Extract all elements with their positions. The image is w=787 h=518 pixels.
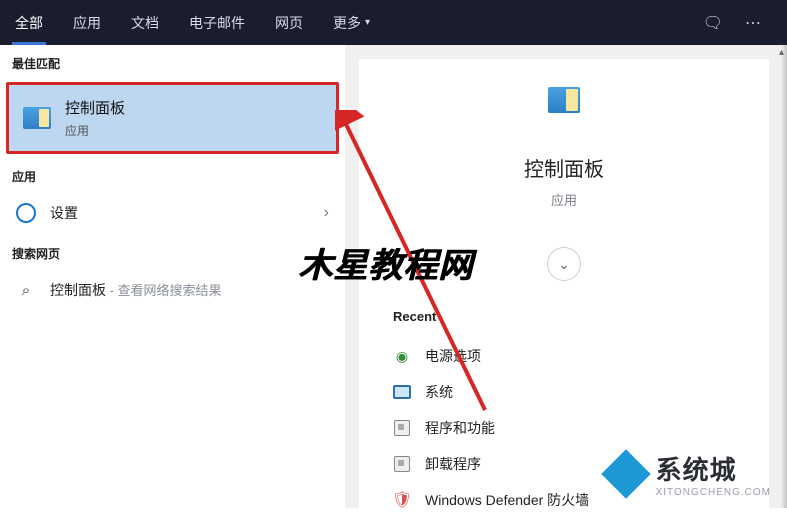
gear-icon bbox=[16, 203, 36, 223]
best-match-subtitle: 应用 bbox=[65, 122, 125, 139]
brand-watermark: 系统城 XITONGCHENG.COM bbox=[606, 450, 771, 498]
web-search-item[interactable]: ⌕ 控制面板 - 查看网络搜索结果 bbox=[0, 268, 345, 312]
preview-subtitle: 应用 bbox=[551, 190, 577, 209]
preview-title: 控制面板 bbox=[524, 153, 604, 182]
tab-web-label: 网页 bbox=[275, 13, 303, 33]
uninstall-icon bbox=[393, 455, 411, 473]
control-panel-icon bbox=[23, 107, 51, 129]
tab-email-label: 电子邮件 bbox=[189, 13, 245, 33]
system-icon bbox=[393, 383, 411, 401]
recent-item-label: 程序和功能 bbox=[425, 418, 495, 438]
feedback-icon[interactable]: 🗨 bbox=[703, 13, 723, 33]
app-item-settings[interactable]: 设置 › bbox=[0, 191, 345, 235]
results-panel: 最佳匹配 控制面板 应用 应用 设置 › 搜索网页 ⌕ 控制面板 - 查看网络搜… bbox=[0, 45, 345, 508]
shield-icon: 🛡 bbox=[393, 491, 411, 509]
web-search-hint: - 查看网络搜索结果 bbox=[106, 283, 222, 298]
brand-name-en: XITONGCHENG.COM bbox=[656, 487, 771, 498]
tab-all[interactable]: 全部 bbox=[0, 0, 58, 45]
recent-item-label: 电源选项 bbox=[425, 346, 481, 366]
edge-shadow bbox=[781, 45, 787, 508]
control-panel-icon bbox=[548, 87, 580, 113]
section-recent: Recent bbox=[393, 309, 735, 324]
tab-docs[interactable]: 文档 bbox=[116, 0, 174, 45]
tab-apps-label: 应用 bbox=[73, 13, 101, 33]
recent-item-power[interactable]: ◉ 电源选项 bbox=[393, 338, 735, 374]
chevron-down-icon: ⌄ bbox=[558, 256, 570, 273]
recent-item-label: Windows Defender 防火墙 bbox=[425, 490, 589, 510]
brand-logo-icon bbox=[606, 454, 646, 494]
section-web-search: 搜索网页 bbox=[0, 235, 345, 268]
search-icon: ⌕ bbox=[16, 282, 36, 299]
preview-panel-wrap: 控制面板 应用 ⌄ Recent ◉ 电源选项 系统 程序和功能 bbox=[345, 45, 787, 508]
more-options-icon[interactable]: ⋯ bbox=[745, 13, 763, 33]
search-filter-tabs: 全部 应用 文档 电子邮件 网页 更多 ▾ 🗨 ⋯ bbox=[0, 0, 787, 45]
tab-more[interactable]: 更多 ▾ bbox=[318, 0, 385, 45]
tab-web[interactable]: 网页 bbox=[260, 0, 318, 45]
chevron-down-icon: ▾ bbox=[365, 17, 370, 28]
recent-item-programs[interactable]: 程序和功能 bbox=[393, 410, 735, 446]
recent-item-system[interactable]: 系统 bbox=[393, 374, 735, 410]
tab-all-label: 全部 bbox=[15, 13, 43, 33]
section-apps: 应用 bbox=[0, 158, 345, 191]
chevron-right-icon: › bbox=[324, 204, 329, 222]
web-search-term: 控制面板 bbox=[50, 282, 106, 298]
power-icon: ◉ bbox=[393, 347, 411, 365]
expand-button[interactable]: ⌄ bbox=[547, 247, 581, 281]
best-match-title: 控制面板 bbox=[65, 97, 125, 118]
best-match-item[interactable]: 控制面板 应用 bbox=[6, 82, 339, 154]
brand-name-cn: 系统城 bbox=[656, 450, 771, 487]
tab-more-label: 更多 bbox=[333, 13, 361, 33]
preview-panel: 控制面板 应用 ⌄ Recent ◉ 电源选项 系统 程序和功能 bbox=[359, 59, 769, 508]
recent-item-label: 卸载程序 bbox=[425, 454, 481, 474]
section-best-match: 最佳匹配 bbox=[0, 45, 345, 78]
recent-item-label: 系统 bbox=[425, 382, 453, 402]
app-item-label: 设置 bbox=[50, 203, 78, 223]
programs-icon bbox=[393, 419, 411, 437]
tab-apps[interactable]: 应用 bbox=[58, 0, 116, 45]
tab-docs-label: 文档 bbox=[131, 13, 159, 33]
tab-email[interactable]: 电子邮件 bbox=[174, 0, 260, 45]
